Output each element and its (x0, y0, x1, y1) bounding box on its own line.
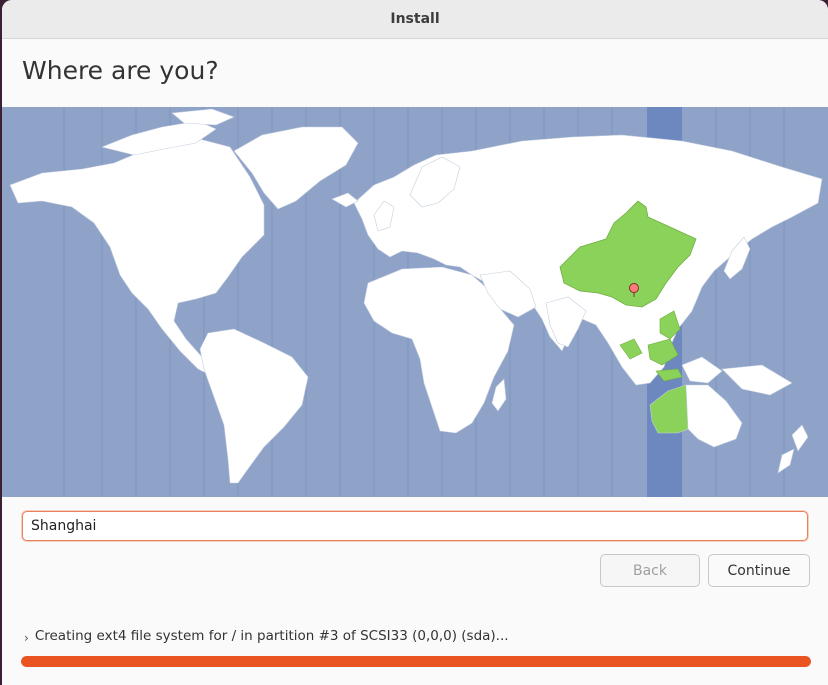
status-text: Creating ext4 file system for / in parti… (34, 628, 509, 644)
window-title: Install (390, 11, 440, 27)
location-pin-icon (629, 283, 639, 293)
page-title: Where are you? (22, 56, 219, 85)
timezone-input[interactable] (22, 511, 808, 541)
title-bar: Install (2, 0, 828, 39)
install-progress-bar (21, 656, 811, 667)
world-timezone-map[interactable] (2, 107, 828, 497)
back-button[interactable]: Back (600, 554, 700, 587)
continue-button[interactable]: Continue (708, 554, 810, 587)
install-status[interactable]: › Creating ext4 file system for / in par… (24, 628, 509, 645)
chevron-right-icon: › (24, 631, 29, 645)
progress-fill (21, 656, 811, 667)
installer-window: Install Where are you? Shanghai Back Con… (2, 0, 828, 685)
